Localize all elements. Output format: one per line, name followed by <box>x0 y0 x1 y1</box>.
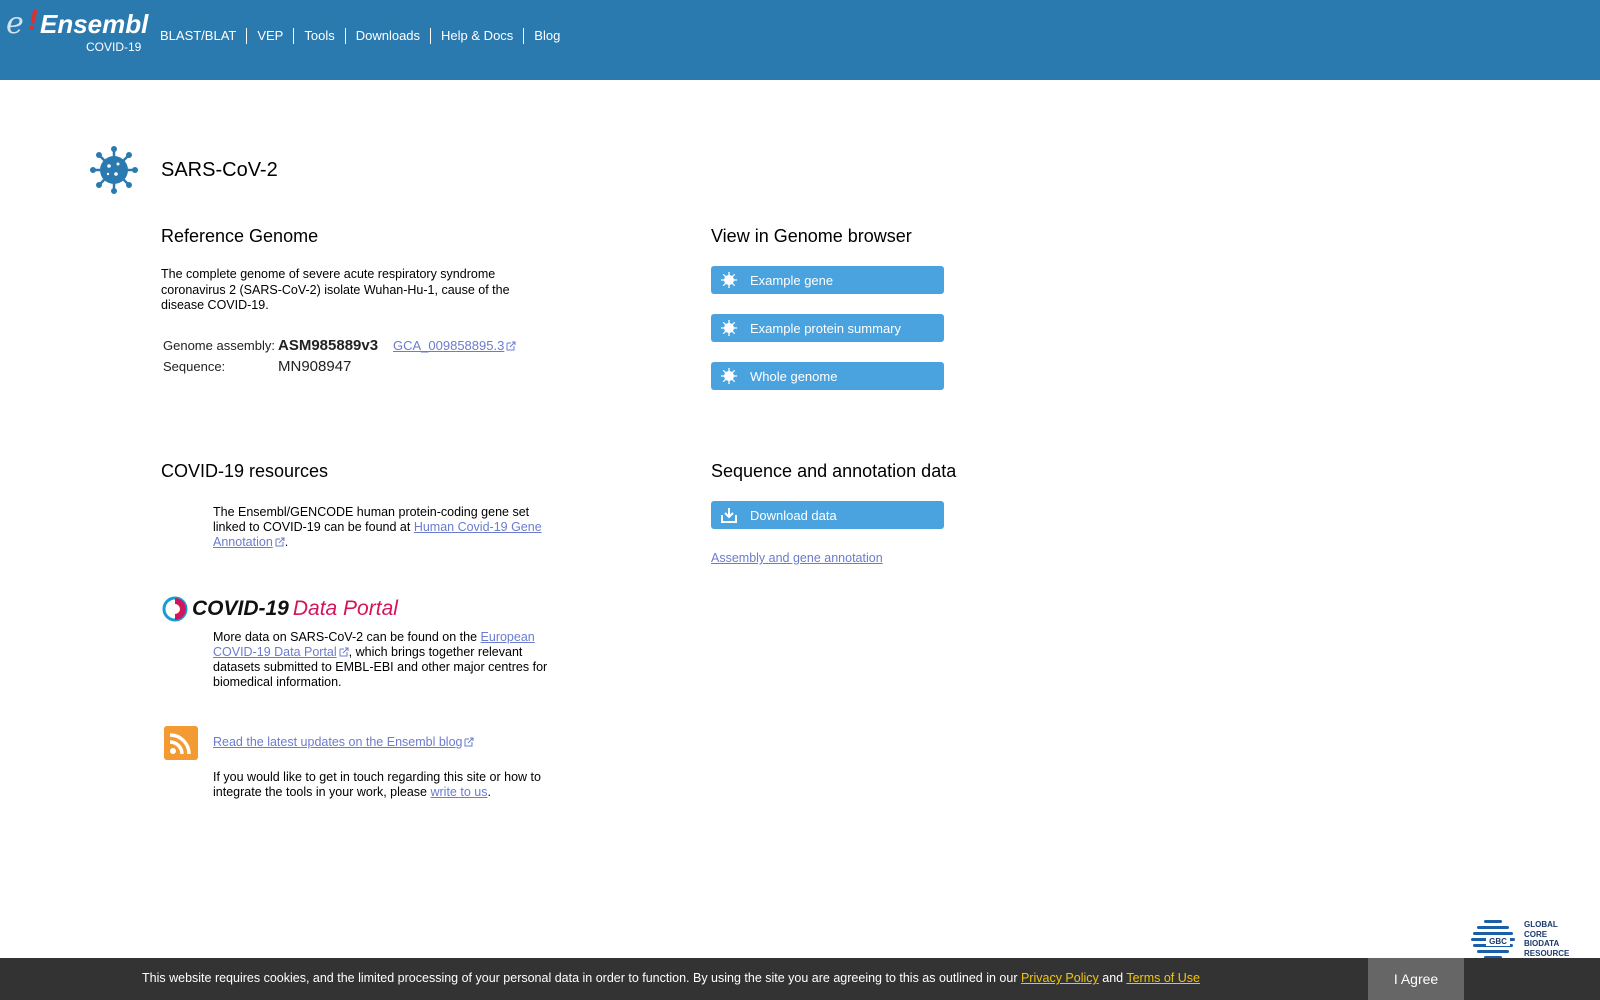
external-link-icon <box>506 341 516 351</box>
example-protein-summary-label: Example protein summary <box>750 320 901 336</box>
assembly-gene-annotation-link[interactable]: Assembly and gene annotation <box>711 551 883 565</box>
write-to-us-link[interactable]: write to us <box>430 785 487 799</box>
portal-logo-text-2: Data Portal <box>292 597 398 620</box>
assembly-value: ASM985889v3 <box>278 337 379 354</box>
download-icon <box>721 508 737 523</box>
nav-blast[interactable]: BLAST/BLAT <box>150 28 246 44</box>
reference-genome-heading: Reference Genome <box>161 226 319 246</box>
example-gene-label: Example gene <box>750 272 834 288</box>
nav-blog[interactable]: Blog <box>523 28 570 44</box>
download-data-button[interactable]: Download data <box>711 501 944 529</box>
external-link-icon <box>339 647 349 657</box>
assembly-row: Genome assembly: ASM985889v3 GCA_0098588… <box>163 337 516 358</box>
gbc-logo[interactable]: GBC GLOBAL CORE BIODATA RESOURCE <box>1470 918 1574 962</box>
assembly-annotation-line: Assembly and gene annotation <box>711 551 883 567</box>
nav-downloads[interactable]: Downloads <box>344 28 430 44</box>
sequence-row: Sequence: MN908947 <box>163 358 516 379</box>
virus-icon <box>90 146 138 194</box>
ensembl-blog-link[interactable]: Read the latest updates on the Ensembl b… <box>213 735 474 749</box>
whole-genome-button[interactable]: Whole genome <box>711 362 944 390</box>
terms-of-use-link[interactable]: Terms of Use <box>1126 971 1200 985</box>
privacy-policy-link[interactable]: Privacy Policy <box>1021 971 1099 985</box>
example-gene-button[interactable]: Example gene <box>711 266 944 294</box>
covid-resources-heading: COVID-19 resources <box>161 461 329 481</box>
logo-text: Ensembl <box>40 9 149 39</box>
whole-genome-label: Whole genome <box>750 368 838 384</box>
ensembl-logo[interactable]: e ! Ensembl COVID-19 <box>6 4 156 56</box>
gbc-text: GLOBAL CORE BIODATA RESOURCE <box>1524 920 1570 958</box>
nav-tools[interactable]: Tools <box>293 28 344 44</box>
download-data-label: Download data <box>750 507 837 523</box>
gbc-badge-text: GBC <box>1489 937 1507 946</box>
external-link-icon <box>464 737 474 747</box>
contact-paragraph: If you would like to get in touch regard… <box>213 770 541 799</box>
cookie-message: This website requires cookies, and the l… <box>142 971 1200 985</box>
virus-icon <box>721 368 737 384</box>
portal-logo-text: COVID-19 <box>192 597 289 620</box>
gencode-paragraph: The Ensembl/GENCODE human protein-coding… <box>213 505 542 549</box>
logo-subtitle: COVID-19 <box>86 40 142 54</box>
portal-paragraph: More data on SARS-CoV-2 can be found on … <box>213 630 548 689</box>
rss-icon[interactable] <box>164 726 198 760</box>
assembly-table: Genome assembly: ASM985889v3 GCA_0098588… <box>163 337 516 379</box>
genome-browser-heading: View in Genome browser <box>711 226 912 246</box>
main-nav: BLAST/BLAT VEP Tools Downloads Help & Do… <box>150 28 570 44</box>
sequence-data-heading: Sequence and annotation data <box>711 461 957 481</box>
assembly-label: Genome assembly: <box>163 338 275 353</box>
covid-data-portal-logo[interactable]: COVID-19 Data Portal <box>162 594 398 624</box>
species-title: SARS-CoV-2 <box>161 159 278 181</box>
sequence-label: Sequence: <box>163 359 226 374</box>
i-agree-button[interactable]: I Agree <box>1368 958 1464 1000</box>
masthead: e ! Ensembl COVID-19 BLAST/BLAT VEP Tool… <box>0 0 1600 80</box>
assembly-accession-link[interactable]: GCA_009858895.3 <box>393 338 516 353</box>
example-protein-summary-button[interactable]: Example protein summary <box>711 314 944 342</box>
gbc-globe-icon: GBC <box>1471 920 1515 959</box>
data-portal-icon <box>162 596 188 622</box>
sequence-value: MN908947 <box>278 358 352 375</box>
blog-link-line: Read the latest updates on the Ensembl b… <box>213 735 474 751</box>
nav-vep[interactable]: VEP <box>246 28 293 44</box>
virus-icon <box>721 272 737 288</box>
cookie-banner: This website requires cookies, and the l… <box>0 958 1600 1000</box>
reference-genome-description: The complete genome of severe acute resp… <box>161 267 510 312</box>
external-link-icon <box>275 537 285 547</box>
nav-help-docs[interactable]: Help & Docs <box>430 28 523 44</box>
virus-icon <box>721 320 737 336</box>
